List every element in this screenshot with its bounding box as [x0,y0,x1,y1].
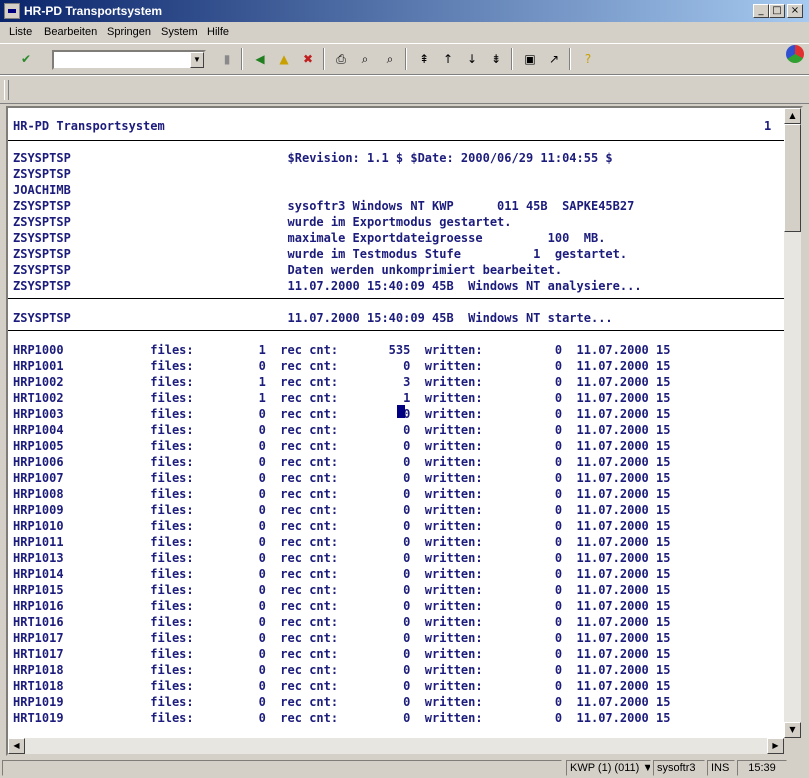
list-output-frame: HR-PD Transportsystem 1 ZSYSPTSP $Revisi… [6,106,803,756]
previous-page-icon[interactable]: ↑ [438,49,458,69]
scroll-corner [784,738,801,754]
scroll-down-icon[interactable]: ▼ [784,722,801,738]
toolbar-separator [323,48,325,70]
report-page-number: 1 [764,119,772,133]
status-bar: KWP (1) (011) ▼ sysoftr3 INS 15:39 [0,758,809,778]
table-row[interactable]: HRP1008 files: 0 rec cnt: 0 written: 0 1… [13,486,670,502]
create-session-icon[interactable]: ▣ [520,49,540,69]
table-row[interactable]: HRT1002 files: 1 rec cnt: 1 written: 0 1… [13,390,670,406]
back-icon[interactable]: ◀ [250,49,270,69]
report-info-line: ZSYSPTSP wurde im Testmodus Stufe 1 gest… [13,247,628,261]
table-row[interactable]: HRP1005 files: 0 rec cnt: 0 written: 0 1… [13,438,670,454]
close-button[interactable]: × [787,4,803,18]
toolbar-separator [511,48,513,70]
server-name: sysoftr3 [653,760,705,776]
find-icon[interactable]: ⌕ [355,49,375,69]
table-row[interactable]: HRP1000 files: 1 rec cnt: 535 written: 0… [13,342,670,358]
toolbar-separator [405,48,407,70]
table-row[interactable]: HRP1016 files: 0 rec cnt: 0 written: 0 1… [13,598,670,614]
report-header-title: HR-PD Transportsystem [13,119,165,133]
standard-toolbar: ✔ ▼ ▮ ◀ ▲ ✖ ⎙ ⌕ ⌕ ⇞ ↑ ↓ ⇟ ▣ ↗ ? [0,43,809,75]
table-row[interactable]: HRP1007 files: 0 rec cnt: 0 written: 0 1… [13,470,670,486]
menu-bar: Liste Bearbeiten Springen System Hilfe [0,22,809,63]
find-next-icon[interactable]: ⌕ [380,49,400,69]
help-icon[interactable]: ? [578,49,598,69]
table-row[interactable]: HRP1003 files: 0 rec cnt: 0 written: 0 1… [13,406,670,422]
table-row[interactable]: HRP1001 files: 0 rec cnt: 0 written: 0 1… [13,358,670,374]
system-dropdown-icon[interactable]: ▼ [642,762,650,774]
list-output[interactable]: HR-PD Transportsystem 1 ZSYSPTSP $Revisi… [8,108,784,738]
command-field[interactable]: ▼ [52,50,206,70]
vertical-scrollbar[interactable]: ▲ ▼ [784,108,801,738]
vertical-scroll-thumb[interactable] [784,124,801,232]
menu-springen[interactable]: Springen [107,25,151,39]
separator-line [8,330,784,331]
scroll-left-icon[interactable]: ◀ [8,738,25,754]
print-icon[interactable]: ⎙ [331,49,351,69]
clock-time: 15:39 [737,760,787,776]
exit-icon[interactable]: ▲ [274,49,294,69]
status-message [2,760,562,776]
report-info-line: ZSYSPTSP [13,167,71,181]
report-info-line: ZSYSPTSP Daten werden unkomprimiert bear… [13,263,563,277]
toolbar-grip [4,80,9,100]
first-page-icon[interactable]: ⇞ [414,49,434,69]
system-info-text: KWP (1) (011) [570,762,640,774]
menu-liste[interactable]: Liste [9,25,32,39]
window-title: HR-PD Transportsystem [24,4,163,18]
report-info-line: ZSYSPTSP maximale Exportdateigroesse 100… [13,231,606,245]
separator-line [8,298,784,299]
minimize-button[interactable]: _ [753,4,769,18]
enter-check-icon[interactable]: ✔ [16,49,36,69]
scroll-right-icon[interactable]: ▶ [767,738,784,754]
command-dropdown-icon[interactable]: ▼ [190,52,204,68]
horizontal-scrollbar[interactable]: ◀ ▶ [8,738,784,754]
scroll-up-icon[interactable]: ▲ [784,108,801,124]
report-start-line: ZSYSPTSP 11.07.2000 15:40:09 45B Windows… [13,311,613,325]
table-row[interactable]: HRP1010 files: 0 rec cnt: 0 written: 0 1… [13,518,670,534]
last-page-icon[interactable]: ⇟ [486,49,506,69]
table-row[interactable]: HRT1019 files: 0 rec cnt: 0 written: 0 1… [13,710,670,726]
text-cursor [397,405,405,418]
menu-hilfe[interactable]: Hilfe [207,25,229,39]
report-info-line: ZSYSPTSP wurde im Exportmodus gestartet. [13,215,512,229]
application-toolbar [0,75,809,104]
table-row[interactable]: HRP1017 files: 0 rec cnt: 0 written: 0 1… [13,630,670,646]
table-row[interactable]: HRP1013 files: 0 rec cnt: 0 written: 0 1… [13,550,670,566]
table-row[interactable]: HRP1004 files: 0 rec cnt: 0 written: 0 1… [13,422,670,438]
menu-system[interactable]: System [161,25,198,39]
report-info-line: ZSYSPTSP 11.07.2000 15:40:09 45B Windows… [13,279,642,293]
shortcut-icon[interactable]: ↗ [544,49,564,69]
table-row[interactable]: HRP1002 files: 1 rec cnt: 3 written: 0 1… [13,374,670,390]
report-info-line: ZSYSPTSP $Revision: 1.1 $ $Date: 2000/06… [13,151,613,165]
table-row[interactable]: HRP1018 files: 0 rec cnt: 0 written: 0 1… [13,662,670,678]
title-bar[interactable]: HR-PD Transportsystem _ □ × [0,0,809,22]
menu-bearbeiten[interactable]: Bearbeiten [44,25,97,39]
cancel-icon[interactable]: ✖ [298,49,318,69]
table-row[interactable]: HRP1014 files: 0 rec cnt: 0 written: 0 1… [13,566,670,582]
report-info-line: JOACHIMB [13,183,71,197]
save-icon[interactable]: ▮ [217,49,237,69]
table-row[interactable]: HRP1006 files: 0 rec cnt: 0 written: 0 1… [13,454,670,470]
system-info[interactable]: KWP (1) (011) ▼ [566,760,651,776]
app-icon[interactable] [4,3,20,19]
insert-mode: INS [707,760,735,776]
toolbar-separator [241,48,243,70]
next-page-icon[interactable]: ↓ [462,49,482,69]
table-row[interactable]: HRP1019 files: 0 rec cnt: 0 written: 0 1… [13,694,670,710]
table-row[interactable]: HRT1017 files: 0 rec cnt: 0 written: 0 1… [13,646,670,662]
table-row[interactable]: HRP1009 files: 0 rec cnt: 0 written: 0 1… [13,502,670,518]
separator-line [8,140,784,141]
table-row[interactable]: HRT1016 files: 0 rec cnt: 0 written: 0 1… [13,614,670,630]
report-info-line: ZSYSPTSP sysoftr3 Windows NT KWP 011 45B… [13,199,635,213]
maximize-button[interactable]: □ [769,4,785,18]
table-row[interactable]: HRT1018 files: 0 rec cnt: 0 written: 0 1… [13,678,670,694]
toolbar-separator [569,48,571,70]
table-row[interactable]: HRP1015 files: 0 rec cnt: 0 written: 0 1… [13,582,670,598]
table-row[interactable]: HRP1011 files: 0 rec cnt: 0 written: 0 1… [13,534,670,550]
